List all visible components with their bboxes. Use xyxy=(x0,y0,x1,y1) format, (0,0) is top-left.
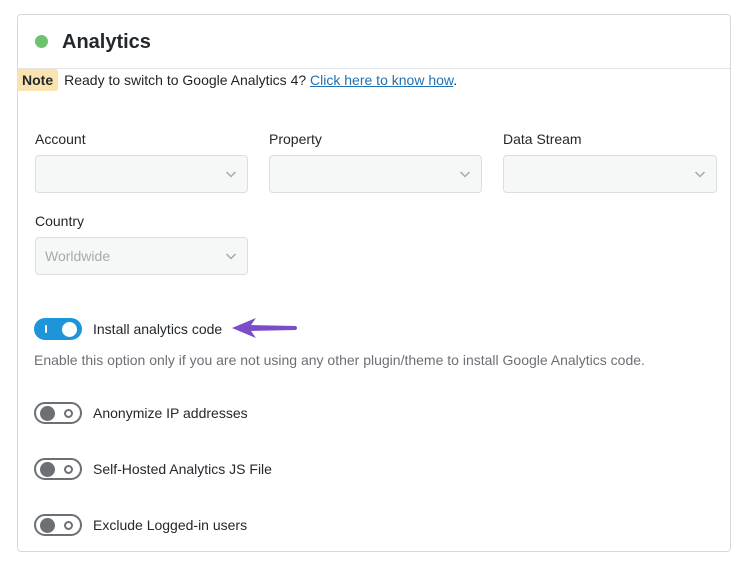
chevron-down-icon xyxy=(225,171,237,178)
install-analytics-help: Enable this option only if you are not u… xyxy=(34,352,645,368)
toggle-off-mark xyxy=(64,408,73,418)
account-label: Account xyxy=(35,131,86,147)
install-analytics-label: Install analytics code xyxy=(93,321,223,337)
note-badge: Note xyxy=(17,69,59,91)
data-stream-select[interactable] xyxy=(503,155,717,193)
self-hosted-toggle[interactable] xyxy=(34,458,82,480)
toggle-off-mark xyxy=(64,464,73,474)
toggle-off-mark xyxy=(64,520,73,530)
toggle-on-mark xyxy=(45,325,47,333)
toggle-knob xyxy=(62,321,77,337)
toggle-knob xyxy=(40,405,55,421)
anonymize-ip-toggle[interactable] xyxy=(34,402,82,424)
ga4-help-link[interactable]: Click here to know how xyxy=(310,72,453,88)
anonymize-ip-label: Anonymize IP addresses xyxy=(93,405,248,421)
chevron-down-icon xyxy=(459,171,471,178)
exclude-logged-toggle[interactable] xyxy=(34,514,82,536)
exclude-logged-label: Exclude Logged-in users xyxy=(93,517,248,533)
note-text: Ready to switch to Google Analytics 4? xyxy=(64,72,311,88)
status-dot-icon xyxy=(35,35,48,48)
property-label: Property xyxy=(269,131,322,147)
toggle-knob xyxy=(40,461,55,477)
install-analytics-toggle[interactable] xyxy=(34,318,82,340)
panel-header: Analytics xyxy=(18,15,730,69)
account-select[interactable] xyxy=(35,155,248,193)
arrow-left-icon xyxy=(232,318,297,338)
page-title: Analytics xyxy=(62,31,151,53)
note-after: . xyxy=(453,72,458,88)
country-label: Country xyxy=(35,213,85,229)
country-select[interactable]: Worldwide xyxy=(35,237,248,275)
data-stream-label: Data Stream xyxy=(503,131,582,147)
self-hosted-label: Self-Hosted Analytics JS File xyxy=(93,461,272,477)
toggle-knob xyxy=(40,517,55,533)
chevron-down-icon xyxy=(694,171,706,178)
country-value: Worldwide xyxy=(45,248,111,264)
chevron-down-icon xyxy=(225,253,237,260)
property-select[interactable] xyxy=(269,155,482,193)
note-row: Note Ready to switch to Google Analytics … xyxy=(17,69,457,91)
